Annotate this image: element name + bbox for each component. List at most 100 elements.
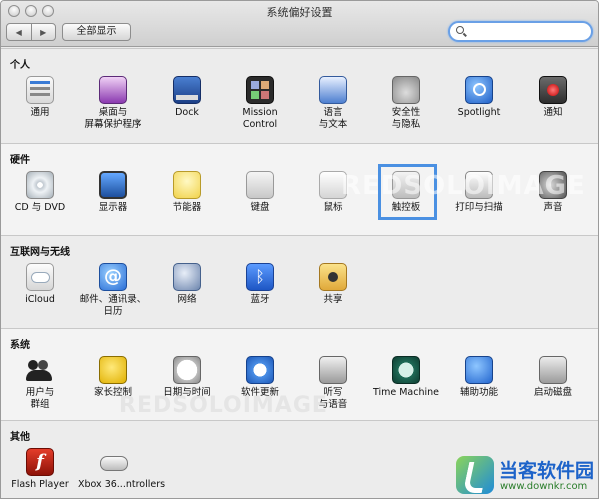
search-field[interactable] xyxy=(448,21,593,42)
pref-pane-label: 显示器 xyxy=(98,202,128,213)
section-divider xyxy=(1,328,598,329)
desktop-icon xyxy=(99,76,127,104)
brand-logo-icon xyxy=(456,456,494,494)
pref-pane-energy-saver[interactable]: 节能器 xyxy=(152,171,222,214)
pref-pane-label: Xbox 36...ntrollers xyxy=(78,479,166,490)
pref-pane-cd[interactable]: CD 与 DVD xyxy=(5,171,75,214)
pref-pane-label: 节能器 xyxy=(172,202,202,213)
section-divider xyxy=(1,48,598,49)
pref-pane-dock[interactable]: Dock xyxy=(152,76,222,119)
system-preferences-window: 系统偏好设置 ◀ ▶ 全部显示 个人通用 桌面与 屏幕保护程序 Dock Missio… xyxy=(0,0,599,499)
mail-icon: @ xyxy=(99,263,127,291)
pref-pane-label: 邮件、通讯录、 日历 xyxy=(79,294,147,317)
pref-pane-language[interactable]: 语言 与文本 xyxy=(298,76,368,131)
search-icon xyxy=(456,26,464,34)
pref-pane-accessibility[interactable]: 辅助功能 xyxy=(444,356,514,399)
watermark: REDSOLOIMAGE xyxy=(119,393,328,418)
startup-disk-icon xyxy=(539,356,567,384)
keyboard-icon xyxy=(246,171,274,199)
accessibility-icon xyxy=(465,356,493,384)
pref-pane-desktop[interactable]: 桌面与 屏幕保护程序 xyxy=(78,76,148,131)
pref-pane-xbox-controller[interactable]: Xbox 36...ntrollers xyxy=(78,448,166,491)
pref-pane-mission-control[interactable]: Mission Control xyxy=(225,76,295,131)
window-title: 系统偏好设置 xyxy=(266,6,333,19)
software-update-icon xyxy=(246,356,274,384)
pref-pane-label: 蓝牙 xyxy=(250,294,270,305)
general-icon xyxy=(26,76,54,104)
sharing-icon xyxy=(319,263,347,291)
display-icon xyxy=(99,171,127,199)
energy-saver-icon xyxy=(173,171,201,199)
pref-pane-icloud[interactable]: iCloud xyxy=(5,263,75,306)
flash-player-icon: f xyxy=(26,448,54,476)
pref-pane-label: 共享 xyxy=(323,294,343,305)
bluetooth-icon: ᛒ xyxy=(246,263,274,291)
pref-pane-label: 通用 xyxy=(30,107,50,118)
forward-button[interactable]: ▶ xyxy=(30,24,56,40)
pref-pane-label: Dock xyxy=(175,107,199,118)
dock-icon xyxy=(173,76,201,104)
title-bar: 系统偏好设置 ◀ ▶ 全部显示 xyxy=(1,1,598,47)
section-divider xyxy=(1,235,598,236)
section-title: 互联网与无线 xyxy=(10,247,70,258)
time-machine-icon xyxy=(392,356,420,384)
pref-pane-users[interactable]: 用户与 群组 xyxy=(5,356,75,411)
pref-pane-label: 打印与扫描 xyxy=(455,202,503,213)
site-brand: 当客软件园 www.downkr.com xyxy=(453,453,598,498)
pref-pane-label: 启动磁盘 xyxy=(533,387,572,398)
brand-name: 当客软件园 xyxy=(499,460,595,482)
pref-pane-notifications[interactable]: 通知 xyxy=(518,76,588,119)
pref-pane-sharing[interactable]: 共享 xyxy=(298,263,368,306)
section-2: 互联网与无线 iCloud @ 邮件、通讯录、 日历 网络 ᛒ 蓝牙 共享 xyxy=(1,235,598,328)
mission-control-icon xyxy=(246,76,274,104)
pref-pane-startup-disk[interactable]: 启动磁盘 xyxy=(518,356,588,399)
pref-pane-label: 桌面与 屏幕保护程序 xyxy=(84,107,142,130)
parental-controls-icon xyxy=(99,356,127,384)
pref-pane-general[interactable]: 通用 xyxy=(5,76,75,119)
pref-pane-display[interactable]: 显示器 xyxy=(78,171,148,214)
section-title: 个人 xyxy=(10,60,30,71)
search-input[interactable] xyxy=(470,25,588,39)
date-time-icon xyxy=(173,356,201,384)
pref-pane-flash-player[interactable]: f Flash Player xyxy=(5,448,75,491)
pref-pane-time-machine[interactable]: Time Machine xyxy=(371,356,441,399)
language-icon xyxy=(319,76,347,104)
pref-pane-security[interactable]: 安全性 与隐私 xyxy=(371,76,441,131)
pref-pane-label: 用户与 群组 xyxy=(25,387,55,410)
pref-pane-keyboard[interactable]: 键盘 xyxy=(225,171,295,214)
back-button[interactable]: ◀ xyxy=(7,24,31,40)
section-title: 硬件 xyxy=(10,155,30,166)
brand-url: www.downkr.com xyxy=(500,481,588,492)
pref-pane-label: CD 与 DVD xyxy=(14,202,66,213)
pref-pane-label: 鼠标 xyxy=(323,202,343,213)
section-title: 其他 xyxy=(10,432,30,443)
pref-pane-label: 通知 xyxy=(543,107,563,118)
pref-pane-label: 键盘 xyxy=(250,202,270,213)
dictation-icon xyxy=(319,356,347,384)
pref-pane-label: Time Machine xyxy=(372,387,440,398)
section-0: 个人通用 桌面与 屏幕保护程序 Dock Mission Control 语言 与文本 安… xyxy=(1,48,598,143)
icloud-icon xyxy=(26,263,54,291)
back-forward-group: ◀ ▶ xyxy=(6,23,56,41)
section-title: 系统 xyxy=(10,340,30,351)
pref-pane-label: 声音 xyxy=(543,202,563,213)
xbox-controller-icon xyxy=(99,448,128,476)
pref-pane-label: Mission Control xyxy=(242,107,278,130)
notifications-icon xyxy=(539,76,567,104)
security-icon xyxy=(392,76,420,104)
section-divider xyxy=(1,143,598,144)
cd-icon xyxy=(26,171,54,199)
users-icon xyxy=(26,356,54,384)
spotlight-icon xyxy=(465,76,493,104)
pref-pane-label: 安全性 与隐私 xyxy=(391,107,421,130)
pref-pane-label: Spotlight xyxy=(457,107,501,118)
show-all-button[interactable]: 全部显示 xyxy=(62,23,131,41)
pref-pane-mail[interactable]: @ 邮件、通讯录、 日历 xyxy=(78,263,148,318)
pref-pane-network[interactable]: 网络 xyxy=(152,263,222,306)
pref-pane-spotlight[interactable]: Spotlight xyxy=(444,76,514,119)
pref-pane-label: Flash Player xyxy=(11,479,69,490)
watermark: REDSOLOIMAGE xyxy=(341,171,586,201)
pref-pane-bluetooth[interactable]: ᛒ 蓝牙 xyxy=(225,263,295,306)
pref-pane-label: iCloud xyxy=(25,294,55,305)
network-icon xyxy=(173,263,201,291)
